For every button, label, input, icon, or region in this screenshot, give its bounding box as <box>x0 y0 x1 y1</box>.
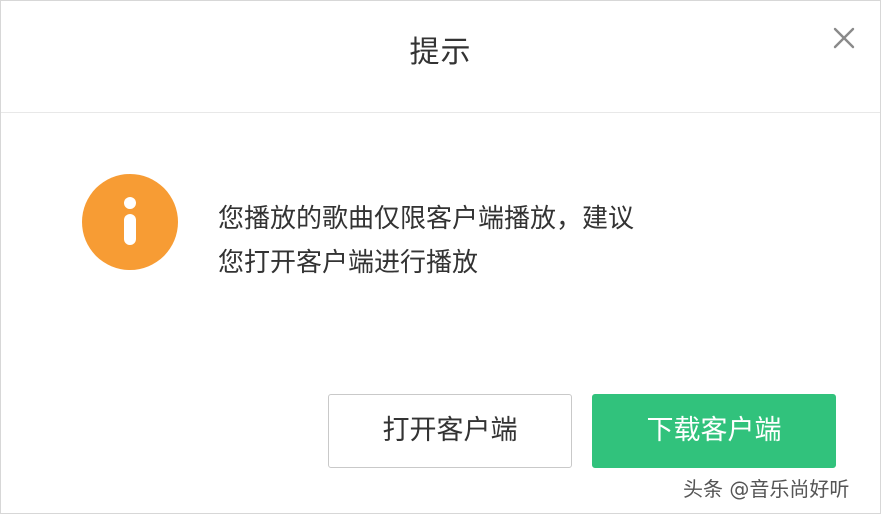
message-line-1: 您播放的歌曲仅限客户端播放，建议 <box>218 204 635 234</box>
dialog: 提示 您播放的歌曲仅限客户端播放，建议 您打开客户端进行播放 打开客户端 下载客… <box>0 0 881 514</box>
watermark: 头条 @音乐尚好听 <box>683 477 850 501</box>
message-line-2: 您打开客户端进行播放 <box>218 248 479 278</box>
close-icon <box>833 27 855 49</box>
dialog-header: 提示 <box>1 1 880 113</box>
info-icon <box>82 174 178 270</box>
open-client-button[interactable]: 打开客户端 <box>328 394 572 468</box>
dialog-title: 提示 <box>409 35 472 70</box>
close-button[interactable] <box>829 23 859 53</box>
download-client-button[interactable]: 下载客户端 <box>592 394 836 468</box>
dialog-message: 您播放的歌曲仅限客户端播放，建议 您打开客户端进行播放 <box>218 197 778 285</box>
